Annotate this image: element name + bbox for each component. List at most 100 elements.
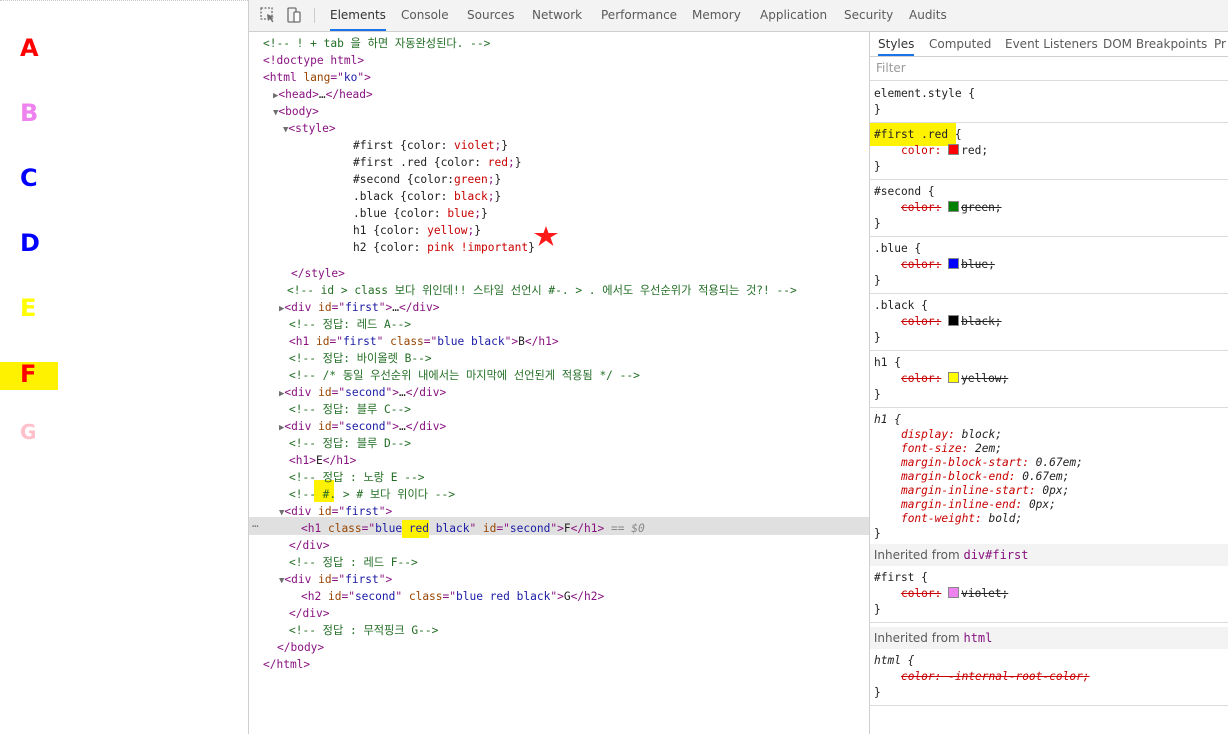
ua-decl-0[interactable]: display: block; bbox=[874, 428, 1002, 442]
inherited-rule-decl[interactable]: color: violet; bbox=[874, 586, 1008, 602]
heading-f: F bbox=[20, 360, 37, 388]
rule-selector-2[interactable]: .blue { bbox=[874, 241, 921, 257]
ua-decl-2[interactable]: margin-block-start: 0.67em; bbox=[874, 456, 1083, 470]
style-close-line[interactable]: </style> bbox=[291, 265, 345, 282]
div-close-line[interactable]: </div> bbox=[289, 605, 329, 622]
rule-close-brace[interactable]: } bbox=[874, 216, 881, 232]
html-rule-decl[interactable]: color: -internal-root-color; bbox=[874, 669, 1090, 685]
div-second-collapsed[interactable]: ▶<div id="second">…</div> bbox=[279, 384, 446, 401]
div-close-line[interactable]: </div> bbox=[289, 537, 329, 554]
rule-close-brace[interactable]: } bbox=[874, 102, 881, 118]
red-star-annotation bbox=[534, 226, 558, 246]
subtab-event-listeners[interactable]: Event Listeners bbox=[1005, 32, 1098, 56]
rule-decl-3[interactable]: color: black; bbox=[874, 314, 1002, 330]
ua-decl-3[interactable]: margin-block-end: 0.67em; bbox=[874, 470, 1069, 484]
doctype-line[interactable]: <!doctype html> bbox=[263, 52, 364, 69]
rule-close-brace[interactable]: } bbox=[874, 602, 881, 618]
head-collapsed-line[interactable]: ▶<head>…</head> bbox=[273, 86, 373, 103]
html-open-line[interactable]: <html lang="ko"> bbox=[263, 69, 371, 86]
tab-security[interactable]: Security bbox=[844, 0, 893, 31]
rule-close-brace[interactable]: } bbox=[874, 330, 881, 346]
comment-line[interactable]: <!-- /* 동일 우선순위 내에서는 마지막에 선언된게 적용됨 */ --… bbox=[289, 367, 640, 384]
inherited-rule-selector[interactable]: #first { bbox=[874, 570, 928, 586]
subtab-styles[interactable]: Styles bbox=[878, 32, 915, 56]
css-h1-rule[interactable]: h1 {color: yellow;} bbox=[353, 222, 481, 239]
h1-b-line[interactable]: <h1 id="first" class="blue black">B</h1> bbox=[289, 333, 559, 350]
inspect-element-icon[interactable] bbox=[259, 6, 277, 24]
page-top-border bbox=[0, 0, 248, 3]
comment-line[interactable]: <!-- 정답 : 레드 F--> bbox=[289, 554, 418, 571]
html-close-line[interactable]: </html> bbox=[263, 656, 310, 673]
comment-line[interactable]: <!-- id > class 보다 위인데!! 스타일 선언시 #-. > .… bbox=[287, 282, 797, 299]
body-close-line[interactable]: </body> bbox=[277, 639, 324, 656]
subtab-properties[interactable]: Pr bbox=[1214, 32, 1226, 56]
rule-close-brace[interactable]: } bbox=[874, 159, 881, 175]
comment-line[interactable]: <!-- #. > # 보다 위이다 --> bbox=[289, 486, 455, 503]
comment-line[interactable]: <!-- 정답 : 노랑 E --> bbox=[289, 469, 424, 486]
devtools-panel: Elements Console Sources Network Perform… bbox=[248, 0, 1228, 734]
tab-elements[interactable]: Elements bbox=[330, 0, 386, 31]
tab-network[interactable]: Network bbox=[532, 0, 582, 31]
comment-line[interactable]: <!-- 정답: 블루 D--> bbox=[289, 435, 411, 452]
rule-close-brace[interactable]: } bbox=[874, 685, 881, 701]
rule-decl-2[interactable]: color: blue; bbox=[874, 257, 995, 273]
div-first-open[interactable]: ▼<div id="first"> bbox=[279, 571, 392, 588]
css-second-rule[interactable]: #second {color:green;} bbox=[353, 171, 501, 188]
elements-dom-tree: … <!-- ! + tab 을 하면 자동완성된다. --> <!doctype… bbox=[249, 32, 869, 734]
comment-line[interactable]: <!-- 정답: 블루 C--> bbox=[289, 401, 411, 418]
divider bbox=[870, 350, 1228, 351]
rule-decl-4[interactable]: color: yellow; bbox=[874, 371, 1008, 387]
divider bbox=[870, 407, 1228, 408]
comment-line[interactable]: <!-- 정답 : 무적핑크 G--> bbox=[289, 622, 438, 639]
ua-decl-4[interactable]: margin-inline-start: 0px; bbox=[874, 484, 1069, 498]
comment-line[interactable]: <!-- ! + tab 을 하면 자동완성된다. --> bbox=[263, 35, 490, 52]
rule-close-brace[interactable]: } bbox=[874, 387, 881, 403]
css-blue-rule[interactable]: .blue {color: blue;} bbox=[353, 205, 488, 222]
tab-memory[interactable]: Memory bbox=[692, 0, 741, 31]
rule-selector-4[interactable]: h1 { bbox=[874, 355, 901, 371]
comment-line[interactable]: <!-- 정답: 바이올렛 B--> bbox=[289, 350, 432, 367]
ua-decl-1[interactable]: font-size: 2em; bbox=[874, 442, 1002, 456]
div-second-collapsed[interactable]: ▶<div id="second">…</div> bbox=[279, 418, 446, 435]
body-open-line[interactable]: ▼<body> bbox=[273, 103, 319, 120]
tab-performance[interactable]: Performance bbox=[601, 0, 677, 31]
h1-e-line[interactable]: <h1>E</h1> bbox=[289, 452, 356, 469]
divider bbox=[870, 80, 1228, 81]
tab-console[interactable]: Console bbox=[401, 0, 449, 31]
html-rule-selector[interactable]: html { bbox=[874, 653, 914, 669]
rule-close-brace[interactable]: } bbox=[874, 273, 881, 289]
comment-line[interactable]: <!-- 정답: 레드 A--> bbox=[289, 316, 411, 333]
tab-audits[interactable]: Audits bbox=[909, 0, 947, 31]
h2-g-line[interactable]: <h2 id="second" class="blue red black">G… bbox=[301, 588, 604, 605]
rule-selector-1[interactable]: #second { bbox=[874, 184, 935, 200]
ua-decl-6[interactable]: font-weight: bold; bbox=[874, 512, 1022, 526]
css-h2-rule[interactable]: h2 {color: pink !important} bbox=[353, 239, 535, 256]
device-toolbar-icon[interactable] bbox=[285, 6, 303, 24]
rule-decl-1[interactable]: color: green; bbox=[874, 200, 1002, 216]
subtab-dom-breakpoints[interactable]: DOM Breakpoints bbox=[1103, 32, 1207, 56]
divider bbox=[870, 179, 1228, 180]
tab-sources[interactable]: Sources bbox=[467, 0, 514, 31]
rule-decl-0[interactable]: color: red; bbox=[874, 143, 988, 159]
css-black-rule[interactable]: .black {color: black;} bbox=[353, 188, 501, 205]
rule-selector-0[interactable]: #first .red { bbox=[874, 127, 962, 143]
heading-e: E bbox=[20, 294, 37, 322]
node-menu-dots[interactable]: … bbox=[252, 517, 259, 530]
ua-rule-selector[interactable]: h1 { bbox=[874, 412, 901, 428]
element-style-rule[interactable]: element.style { bbox=[874, 86, 975, 102]
css-first-rule[interactable]: #first {color: violet;} bbox=[353, 137, 508, 154]
ua-decl-5[interactable]: margin-inline-end: 0px; bbox=[874, 498, 1056, 512]
rule-selector-3[interactable]: .black { bbox=[874, 298, 928, 314]
heading-g: G bbox=[20, 420, 37, 444]
subtab-computed[interactable]: Computed bbox=[929, 32, 991, 56]
tab-application[interactable]: Application bbox=[760, 0, 827, 31]
screenshot: A B C D E F G Elements Console Sources N… bbox=[0, 0, 1228, 734]
h1-f-selected-line[interactable]: <h1 class="blue red black" id="second">F… bbox=[301, 520, 645, 537]
css-first-red-rule[interactable]: #first .red {color: red;} bbox=[353, 154, 521, 171]
rule-close-brace[interactable]: } bbox=[874, 526, 881, 542]
inherited-from-html: Inherited from html bbox=[870, 627, 1228, 649]
styles-filter-input[interactable]: Filter bbox=[876, 61, 906, 75]
div-first-open[interactable]: ▼<div id="first"> bbox=[279, 503, 392, 520]
style-open-line[interactable]: ▼<style> bbox=[283, 120, 336, 137]
div-first-collapsed[interactable]: ▶<div id="first">…</div> bbox=[279, 299, 439, 316]
